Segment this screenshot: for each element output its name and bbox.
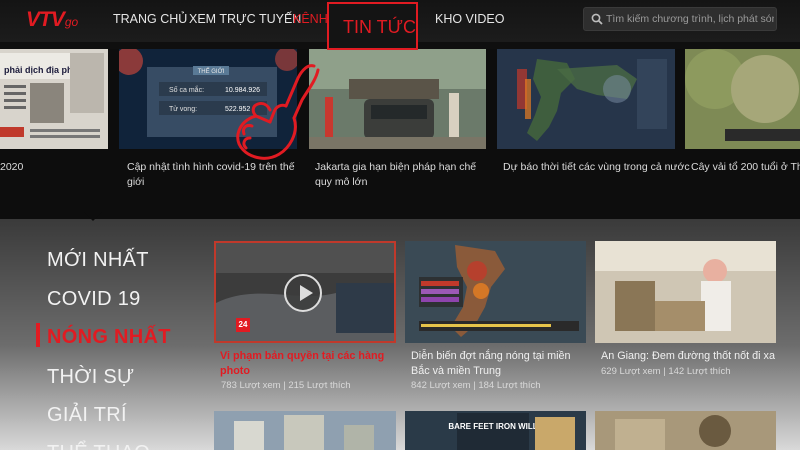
video-card-3-thumbnail[interactable]	[214, 411, 396, 450]
cooking-image	[595, 411, 776, 450]
video-card-5-thumbnail[interactable]	[595, 411, 776, 450]
tree-image	[685, 49, 800, 149]
video-card-2-title[interactable]: An Giang: Đem đường thốt nốt đi xa	[601, 349, 781, 364]
video-card-1-title[interactable]: Diễn biến đợt nắng nóng tại miền Bắc và …	[411, 349, 591, 379]
deaths-label: Tử vong:	[169, 105, 197, 113]
news-strip: phải dịch địa phương? THẾ GIỚI Số ca mắc…	[0, 49, 800, 219]
nav-trang-chu[interactable]: TRANG CHỦ	[113, 12, 187, 26]
book-cover-image: BARE FEET IRON WILL	[405, 411, 586, 450]
video-card-2-thumbnail[interactable]	[595, 241, 776, 343]
strip-thumb-4[interactable]	[685, 49, 800, 149]
active-category-indicator	[36, 323, 40, 347]
like-count: 142 Lượt thích	[668, 366, 731, 377]
video-card-2-stats: 629 Lượt xem | 142 Lượt thích	[601, 366, 731, 377]
nav-kho-video[interactable]: KHO VIDEO	[435, 12, 504, 26]
world-label: THẾ GIỚI	[198, 68, 225, 75]
heatwave-map-image	[405, 241, 586, 343]
view-count: 629 Lượt xem	[601, 366, 661, 377]
strip-thumb-3[interactable]	[497, 49, 675, 149]
category-giai-tri[interactable]: GIẢI TRÍ	[47, 404, 127, 427]
book-title: BARE FEET IRON WILL	[448, 422, 537, 431]
sugar-making-image	[595, 241, 776, 343]
city-image	[214, 411, 396, 450]
strip-title-2[interactable]: Jakarta gia hạn biện pháp hạn chế quy mô…	[315, 160, 485, 190]
video-card-0-stats: 783 Lượt xem | 215 Lượt thích	[221, 380, 351, 391]
strip-title-3[interactable]: Dự báo thời tiết các vùng trong cả nước	[503, 160, 690, 175]
newspaper-image: phải dịch địa phương?	[0, 49, 108, 149]
like-count: 184 Lượt thích	[478, 380, 541, 391]
video-card-0-title[interactable]: Vi phạm bản quyền tại các hàng photo	[220, 349, 400, 379]
logo-text: VTV	[26, 8, 65, 31]
street-image	[309, 49, 486, 149]
nav-tin-tuc[interactable]: TIN TỨC	[343, 17, 416, 38]
strip-pointer-arrow	[84, 212, 102, 221]
category-thoi-su[interactable]: THỜI SỰ	[47, 366, 134, 389]
search-input[interactable]	[606, 11, 774, 27]
weather-map-image	[497, 49, 675, 149]
view-count: 783 Lượt xem	[221, 380, 281, 391]
cases-label: Số ca mắc:	[169, 85, 204, 94]
hand-pointer-icon	[236, 64, 320, 160]
category-covid-19[interactable]: COVID 19	[47, 288, 141, 311]
logo-suffix: go	[64, 15, 79, 29]
nav-xem-truc-tuyen[interactable]: XEM TRỰC TUYẾN	[189, 12, 301, 26]
strip-title-0[interactable]: 2020	[0, 160, 108, 175]
play-icon[interactable]	[284, 274, 322, 312]
strip-title-4[interactable]: Cây vải tổ 200 tuổi ở Thanh	[691, 160, 800, 175]
strip-thumb-2[interactable]	[309, 49, 486, 149]
nav-kenh[interactable]: KÊNH	[293, 12, 328, 26]
category-moi-nhat[interactable]: MỚI NHẤT	[47, 249, 149, 272]
strip-thumb-0[interactable]: phải dịch địa phương?	[0, 49, 108, 149]
video-card-4-thumbnail[interactable]: BARE FEET IRON WILL	[405, 411, 586, 450]
search-box[interactable]	[583, 7, 777, 31]
search-icon	[591, 13, 603, 25]
vtvgo-logo[interactable]: VTV go	[26, 8, 78, 32]
video-card-1-thumbnail[interactable]	[405, 241, 586, 343]
video-card-1-stats: 842 Lượt xem | 184 Lượt thích	[411, 380, 541, 391]
channel-24-badge: 24	[236, 318, 250, 332]
category-nong-nhat[interactable]: NÓNG NHẤT	[47, 326, 171, 349]
view-count: 842 Lượt xem	[411, 380, 471, 391]
category-the-thao[interactable]: THỂ THAO	[47, 442, 150, 450]
app-window: VTV go TRANG CHỦ XEM TRỰC TUYẾN KÊNH KHO…	[0, 0, 800, 450]
like-count: 215 Lượt thích	[288, 380, 351, 391]
